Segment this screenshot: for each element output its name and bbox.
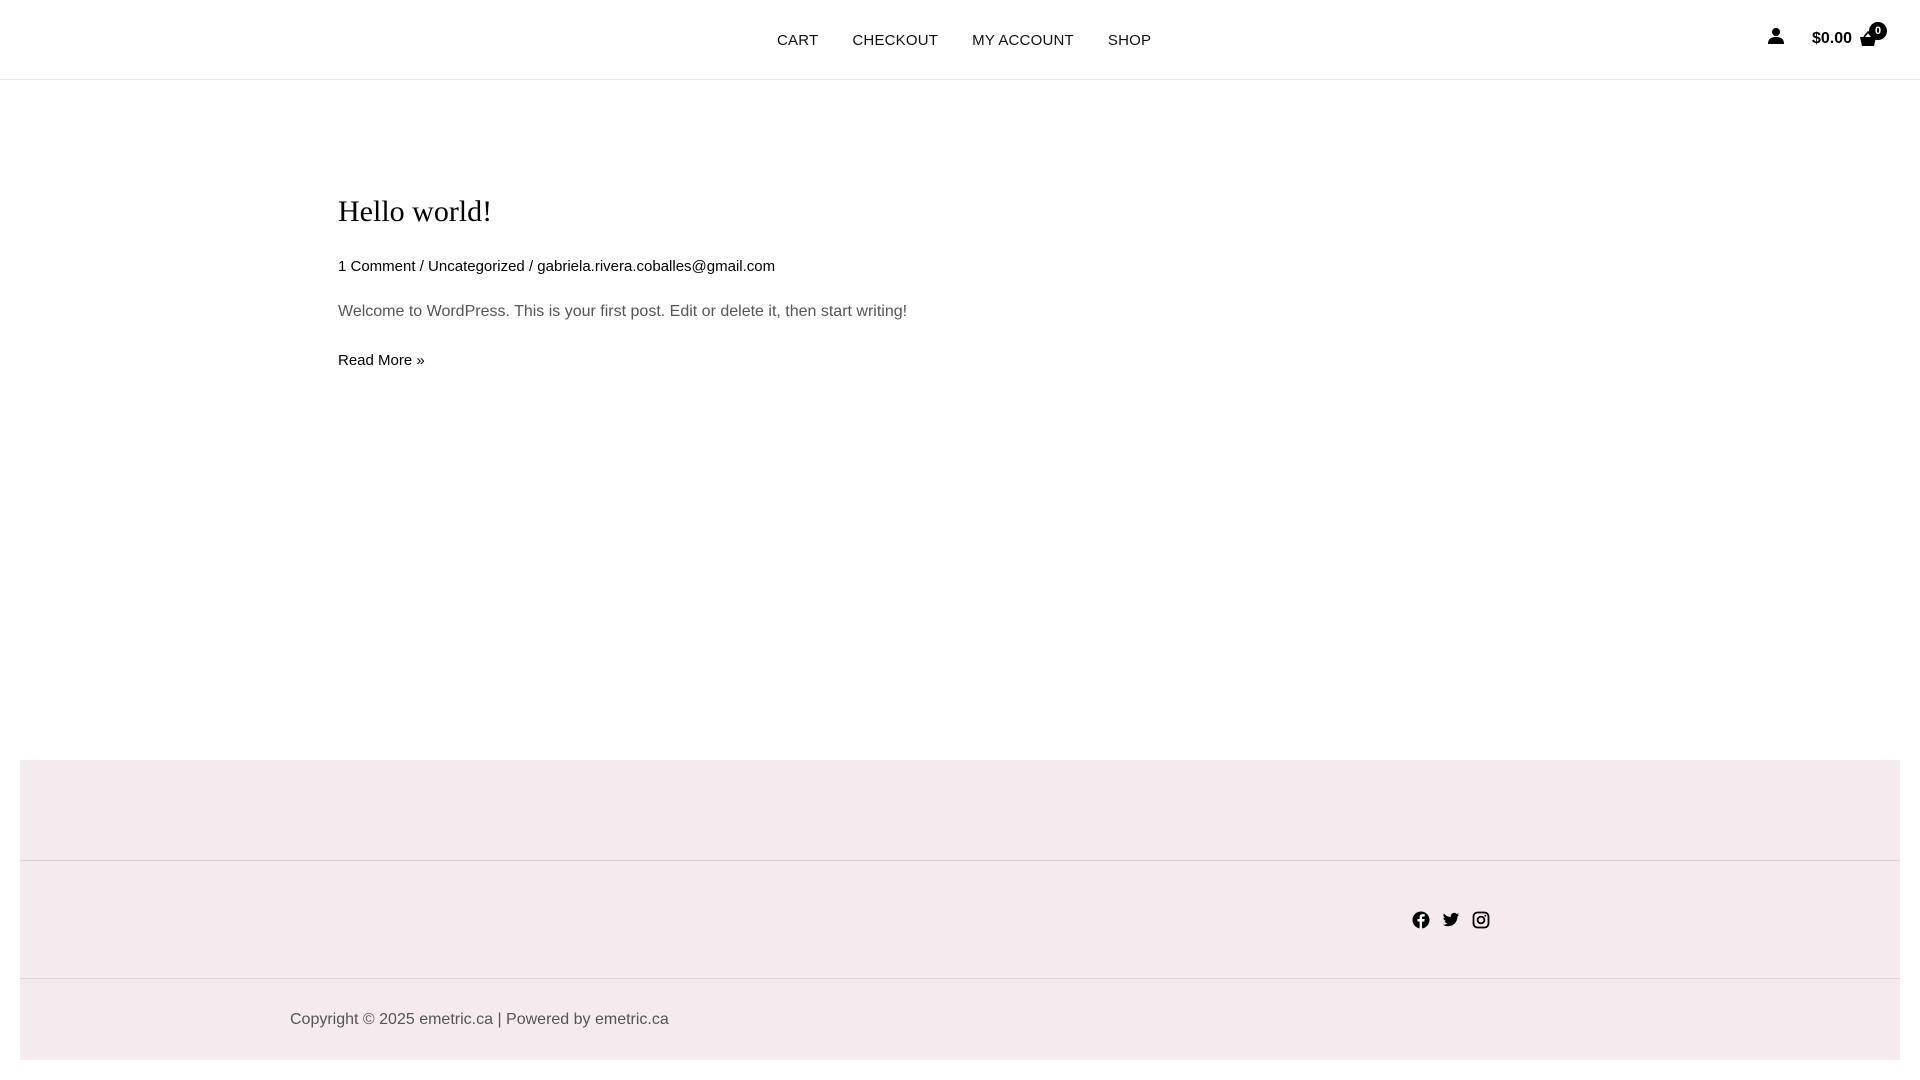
footer-social-section [20,861,1900,979]
read-more-link[interactable]: Read More » [338,352,425,369]
meta-separator: / [415,258,429,275]
copyright-text: Copyright © 2025 emetric.ca | Powered by… [290,1011,669,1028]
site-header: CART CHECKOUT MY ACCOUNT SHOP $0.00 0 [0,0,1920,80]
footer-top-section [20,760,1900,861]
post-title[interactable]: Hello world! [338,192,1138,232]
meta-separator: / [524,258,538,275]
post-comments-link[interactable]: 1 Comment [338,258,416,275]
facebook-icon[interactable] [1412,911,1430,929]
primary-nav: CART CHECKOUT MY ACCOUNT SHOP [760,0,1168,80]
instagram-icon[interactable] [1472,911,1490,929]
post-article: Hello world! 1 Comment / Uncategorized /… [338,192,1138,370]
cart-total: $0.00 [1812,30,1853,47]
post-excerpt: Welcome to WordPress. This is your first… [338,303,908,320]
social-links [1412,911,1502,929]
nav-item-my-account[interactable]: MY ACCOUNT [955,32,1091,49]
post-author-link[interactable]: gabriela.rivera.coballes@gmail.com [537,258,775,275]
cart-count-badge: 0 [1869,22,1887,40]
footer-bottom-bar: Copyright © 2025 emetric.ca | Powered by… [20,979,1900,1060]
post-category-link[interactable]: Uncategorized [428,258,525,275]
nav-item-cart[interactable]: CART [760,32,835,49]
post-meta: 1 Comment / Uncategorized / gabriela.riv… [338,257,1138,277]
header-cart[interactable]: $0.00 [1812,26,1877,52]
nav-item-shop[interactable]: SHOP [1091,32,1168,49]
nav-item-checkout[interactable]: CHECKOUT [835,32,955,49]
user-icon[interactable] [1767,27,1785,45]
twitter-icon[interactable] [1442,911,1460,929]
